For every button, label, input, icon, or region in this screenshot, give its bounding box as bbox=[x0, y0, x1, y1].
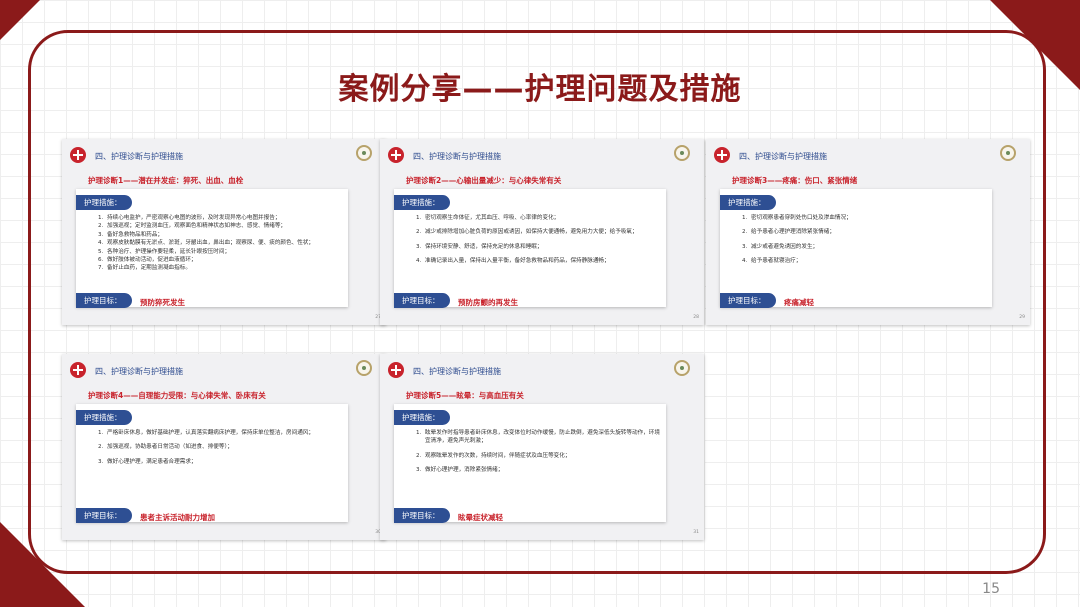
list-item: 3. 减少或者避免诱因的发生； bbox=[742, 243, 819, 250]
medical-cross-icon bbox=[388, 362, 404, 378]
measures-label: 护理措施： bbox=[720, 195, 776, 210]
goal-label: 护理目标： bbox=[720, 293, 776, 308]
goal-label: 护理目标： bbox=[76, 293, 132, 308]
goal-text: 预防房颤的再发生 bbox=[458, 298, 518, 307]
list-item: 2. 加强巡视；定时监测血压，观察面色和精神状态如神志、感觉、情绪等； bbox=[98, 223, 287, 230]
corner-decoration-top-left bbox=[0, 0, 40, 40]
measures-label: 护理措施： bbox=[76, 410, 132, 425]
measures-list: 1. 持续心电监护，严密观察心电图的波形，及时发现异常心电图并报告； 2. 加强巡视… bbox=[98, 214, 344, 273]
page-title: 案例分享——护理问题及措施 bbox=[338, 72, 742, 107]
medical-cross-icon bbox=[70, 147, 86, 163]
slide-number: 28 bbox=[693, 315, 699, 320]
list-item: 3. 做好心理护理，满足患者合理需求； bbox=[98, 458, 197, 465]
list-item: 7. 备好止血药，定期监测凝血指标。 bbox=[98, 265, 191, 272]
measures-label: 护理措施： bbox=[394, 410, 450, 425]
list-item: 1. 严格卧床休息，做好基础护理，认真落实翻病床护理，保持床单位整洁，房间通风； bbox=[98, 430, 314, 436]
slide-thumbnail-4[interactable]: 四、护理诊断与护理措施 护理诊断4——自理能力受限：与心律失常、卧床有关 护理措… bbox=[62, 354, 386, 540]
measures-list: 1. 严格卧床休息，做好基础护理，认真落实翻病床护理，保持床单位整洁，房间通风； … bbox=[98, 429, 344, 472]
slide-thumbnail-2[interactable]: 四、护理诊断与护理措施 护理诊断2——心输出量减少：与心律失常有关 护理措施： … bbox=[380, 139, 704, 325]
emblem-icon bbox=[1000, 145, 1016, 161]
list-item: 3. 备好急救物品和药品； bbox=[98, 231, 163, 238]
section-title: 四、护理诊断与护理措施 bbox=[413, 152, 501, 161]
diagnosis-title: 护理诊断4——自理能力受限：与心律失常、卧床有关 bbox=[88, 391, 266, 400]
list-item: 5. 各种治疗、护理操作要轻柔，延长针眼按压时间； bbox=[98, 248, 231, 255]
list-item: 4. 准确记录出入量，保持出入量平衡，备好急救物品和药品，保持静脉通畅； bbox=[416, 258, 610, 265]
medical-cross-icon bbox=[388, 147, 404, 163]
measures-label: 护理措施： bbox=[76, 195, 132, 210]
section-title: 四、护理诊断与护理措施 bbox=[739, 152, 827, 161]
goal-label: 护理目标： bbox=[394, 508, 450, 523]
page-number: 15 bbox=[982, 581, 1000, 597]
list-item: 1. 密切观察生命体征，尤其血压、呼吸、心率律的变化； bbox=[416, 215, 560, 221]
medical-cross-icon bbox=[70, 362, 86, 378]
list-item: 3. 保持环境安静、舒适，保持充足的休息和睡眠； bbox=[416, 243, 543, 250]
slide-thumbnail-1[interactable]: 四、护理诊断与护理措施 护理诊断1——潜在并发症：猝死、出血、血栓 护理措施： … bbox=[62, 139, 386, 325]
measures-list: 1. 密切观察生命体征，尤其血压、呼吸、心率律的变化； 2. 减少或排除增加心脏负荷… bbox=[416, 214, 662, 272]
list-item: 4. 观察皮肤黏膜有无淤点、淤斑，牙龈出血，鼻出血；观察尿、便、痰的颜色、性状； bbox=[98, 240, 314, 247]
goal-text: 疼痛减轻 bbox=[784, 298, 814, 307]
section-title: 四、护理诊断与护理措施 bbox=[95, 152, 183, 161]
goal-text: 患者主诉活动耐力增加 bbox=[140, 513, 215, 522]
list-item: 2. 给予患者心理护理消除紧张情绪； bbox=[742, 229, 835, 236]
slide-thumbnail-5[interactable]: 四、护理诊断与护理措施 护理诊断5——眩晕：与高血压有关 护理措施： 1. 眩晕发… bbox=[380, 354, 704, 540]
emblem-icon bbox=[356, 360, 372, 376]
list-item: 1. 密切观察患者穿刺处伤口处及渗血情况； bbox=[742, 215, 852, 221]
list-item: 1. 持续心电监护，严密观察心电图的波形，及时发现异常心电图并报告； bbox=[98, 215, 281, 221]
list-item: 3. 做好心理护理，消除紧张情绪； bbox=[416, 467, 504, 474]
medical-cross-icon bbox=[714, 147, 730, 163]
diagnosis-title: 护理诊断1——潜在并发症：猝死、出血、血栓 bbox=[88, 176, 244, 185]
diagnosis-title: 护理诊断3——疼痛：伤口、紧张情绪 bbox=[732, 176, 858, 185]
slide-number: 31 bbox=[693, 530, 699, 535]
section-title: 四、护理诊断与护理措施 bbox=[95, 367, 183, 376]
list-item: 6. 做好肢体被动活动，促进血液循环； bbox=[98, 257, 197, 264]
measures-list: 1. 密切观察患者穿刺处伤口处及渗血情况； 2. 给予患者心理护理消除紧张情绪； 3… bbox=[742, 214, 988, 272]
section-title: 四、护理诊断与护理措施 bbox=[413, 367, 501, 376]
slide-number: 29 bbox=[1019, 315, 1025, 320]
emblem-icon bbox=[674, 360, 690, 376]
slide-thumbnail-3[interactable]: 四、护理诊断与护理措施 护理诊断3——疼痛：伤口、紧张情绪 护理措施： 1. 密切… bbox=[706, 139, 1030, 325]
emblem-icon bbox=[356, 145, 372, 161]
goal-text: 预防猝死发生 bbox=[140, 298, 185, 307]
list-item: 4. 给予患者就寝治疗； bbox=[742, 258, 802, 265]
measures-label: 护理措施： bbox=[394, 195, 450, 210]
goal-text: 眩晕症状减轻 bbox=[458, 513, 503, 522]
goal-label: 护理目标： bbox=[76, 508, 132, 523]
list-item: 2. 观察眩晕发作的次数，持续时间，伴随症状及血压等变化； bbox=[416, 452, 571, 459]
list-item: 2. 加强巡视，协助患者日常活动（如进食、排便等）； bbox=[98, 444, 233, 451]
emblem-icon bbox=[674, 145, 690, 161]
diagnosis-title: 护理诊断5——眩晕：与高血压有关 bbox=[406, 391, 524, 400]
diagnosis-title: 护理诊断2——心输出量减少：与心律失常有关 bbox=[406, 176, 562, 185]
list-item: 2. 减少或排除增加心脏负荷的原因或诱因，如保持大便通畅，避免用力大便；给予吸氧； bbox=[416, 229, 638, 236]
goal-label: 护理目标： bbox=[394, 293, 450, 308]
measures-list: 1. 眩晕发作时指导患者卧床休息，改变体位时动作缓慢，防止跌倒，避免深低头旋转等动… bbox=[416, 429, 662, 481]
list-item: 1. 眩晕发作时指导患者卧床休息，改变体位时动作缓慢，防止跌倒，避免深低头旋转等动… bbox=[416, 430, 660, 445]
